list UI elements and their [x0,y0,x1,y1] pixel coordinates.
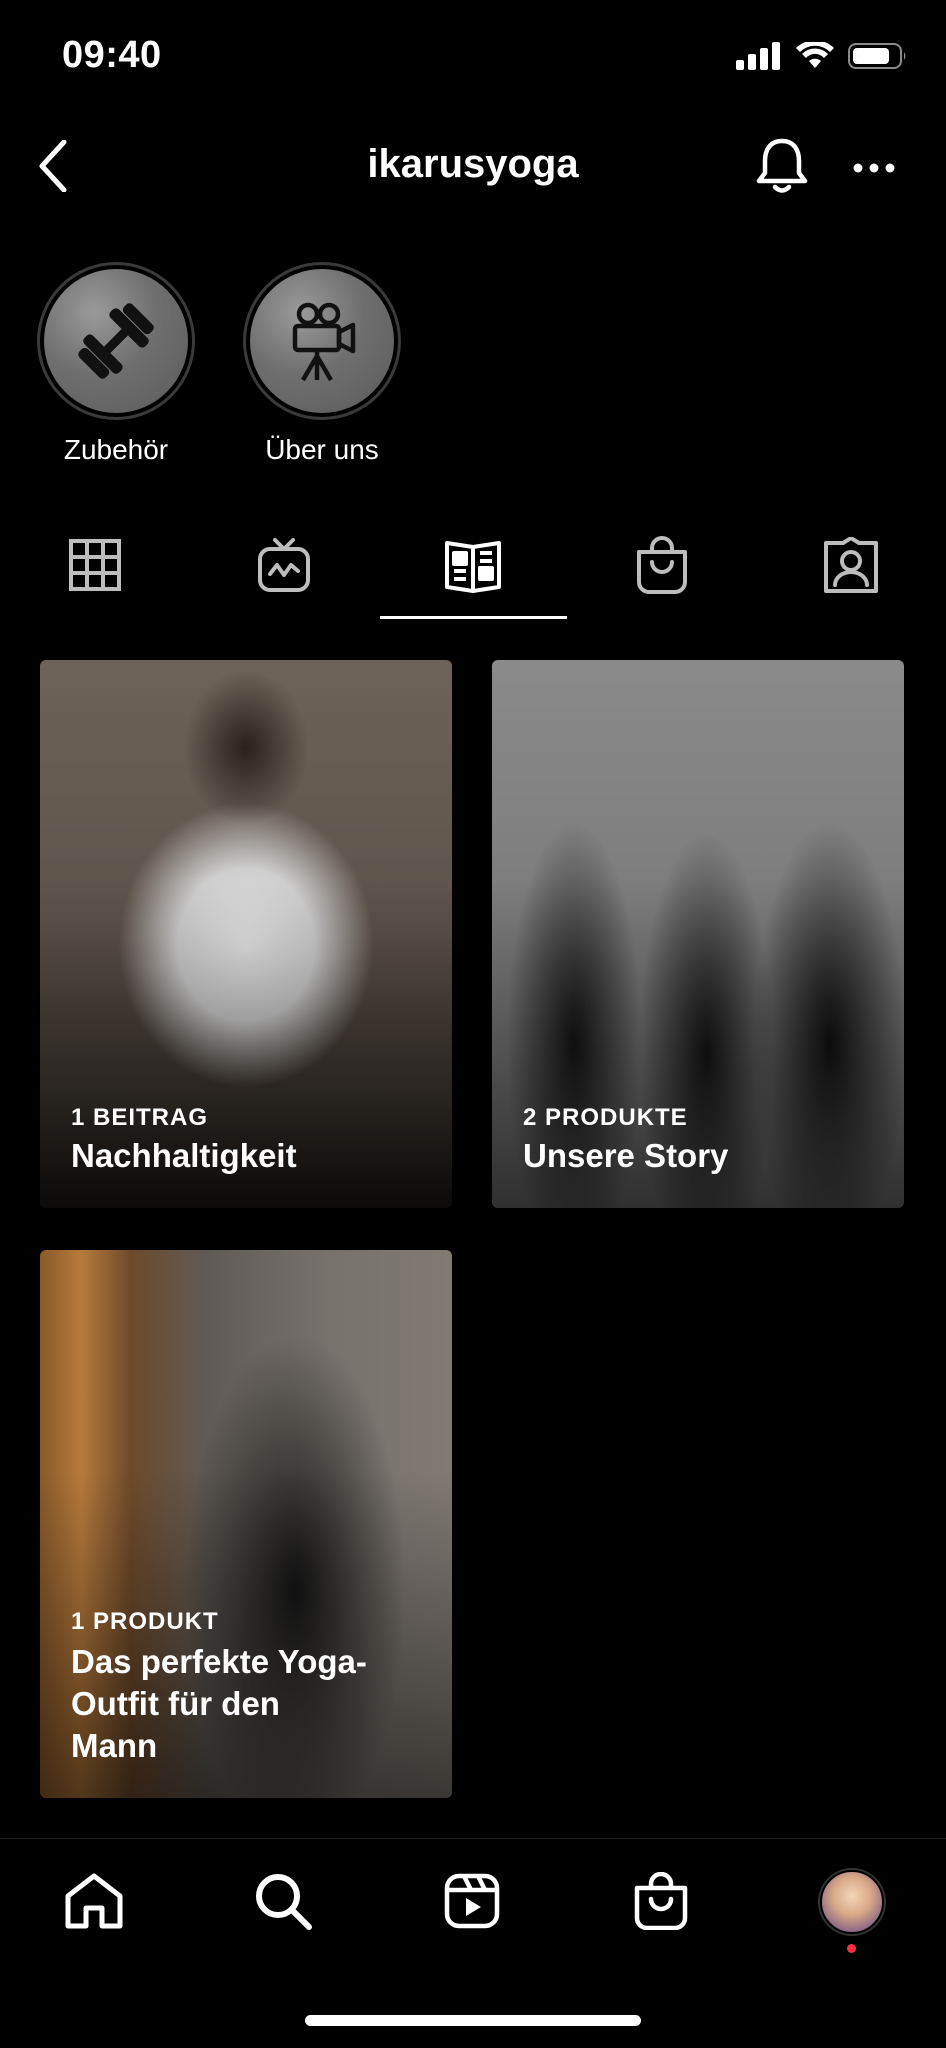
guide-card[interactable]: 1 BEITRAG Nachhaltigkeit [40,660,452,1208]
movie-camera-icon [292,302,356,382]
search-icon [256,1874,312,1930]
igtv-icon [258,538,310,592]
highlight-label: Zubehör [63,434,169,465]
guide-card[interactable]: 1 PRODUKT Das perfekte Yoga-Outfit für d… [40,1250,452,1798]
cellular-signal-icon [736,42,780,70]
highlight-cover [250,269,394,413]
dumbbell-icon [78,303,154,379]
guide-count: 2 PRODUKTE [523,1104,688,1131]
highlight-ueber-uns[interactable]: Über uns [237,262,407,466]
shop-icon [637,536,687,594]
guide-count: 1 PRODUKT [71,1608,219,1635]
guide-card[interactable]: 2 PRODUKTE Unsere Story [492,660,904,1208]
battery-icon [848,43,906,69]
highlight-ring [37,262,195,420]
highlight-ring [243,262,401,420]
tab-tagged[interactable] [791,520,911,610]
reels-icon [444,1873,500,1929]
guide-title: Unsere Story [523,1137,729,1174]
home-indicator[interactable] [305,2015,641,2026]
more-options-button[interactable] [846,150,902,186]
guide-count: 1 BEITRAG [71,1104,209,1131]
grid-icon [69,539,121,591]
profile-tabs [0,520,946,620]
tagged-icon [824,537,878,593]
notification-dot [847,1944,856,1953]
highlight-zubehoer[interactable]: Zubehör [31,262,201,466]
guide-title: Nachhaltigkeit [71,1137,297,1174]
wifi-icon [796,42,834,68]
guides-icon [445,541,501,593]
nav-reels[interactable] [432,1866,512,1936]
guide-title: Das perfekte Yoga-Outfit für den Mann [71,1643,367,1764]
notifications-button[interactable] [752,134,812,198]
tab-grid[interactable] [35,520,155,610]
more-dots-icon [853,163,895,173]
home-icon [65,1873,123,1929]
status-time: 09:40 [62,34,162,76]
nav-home[interactable] [54,1866,134,1936]
shop-bag-icon [634,1872,688,1930]
tab-igtv[interactable] [224,520,344,610]
nav-shop[interactable] [621,1866,701,1936]
tab-guides[interactable] [413,520,533,610]
nav-profile-avatar[interactable] [820,1870,884,1934]
status-icons [736,42,908,70]
bottom-nav-divider [0,1838,946,1839]
tab-shop[interactable] [602,520,722,610]
highlight-cover [44,269,188,413]
bell-icon [756,138,808,193]
nav-search[interactable] [243,1866,323,1936]
highlight-label: Über uns [265,434,379,465]
active-tab-indicator [380,616,567,619]
